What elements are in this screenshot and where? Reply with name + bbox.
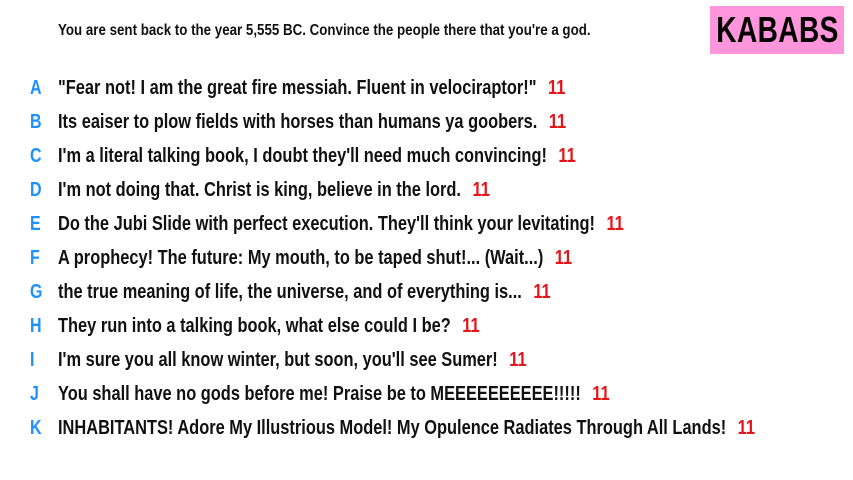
answer-score: 11 [592,382,610,405]
answer-letter: A [30,76,42,99]
answer-score: 11 [462,314,480,337]
answer-text: I'm a literal talking book, I doubt they… [58,144,547,167]
player-name-label: KABABS [715,9,839,50]
answer-score: 11 [533,280,551,303]
answer-score: 11 [554,246,573,269]
answer-letter: D [30,178,42,201]
answer-text: Do the Jubi Slide with perfect execution… [58,212,595,235]
answer-score: 11 [606,212,624,235]
answer-letter: F [30,246,40,269]
answer-score: 11 [472,178,490,201]
answer-letter: G [30,280,43,303]
answer-text: the true meaning of life, the universe, … [58,280,522,303]
answer-text: Its eaiser to plow fields with horses th… [58,110,538,133]
answer-letter: E [30,212,41,235]
answer-letter: K [30,416,42,439]
answer-score: 11 [548,110,567,133]
answer-letter: B [30,110,42,133]
answer-text: A prophecy! The future: My mouth, to be … [58,246,544,269]
answer-letter: H [30,314,42,337]
answer-text: INHABITANTS! Adore My Illustrious Model!… [58,416,727,439]
answer-score: 11 [737,416,756,439]
answer-score: 11 [558,144,576,167]
answer-letter: I [30,348,35,371]
answer-score: 11 [509,348,527,371]
answer-text: I'm not doing that. Christ is king, beli… [58,178,462,201]
answer-text: They run into a talking book, what else … [58,314,451,337]
prompt-text: You are sent back to the year 5,555 BC. … [58,22,591,39]
answer-text: "Fear not! I am the great fire messiah. … [58,76,537,99]
answer-text: You shall have no gods before me! Praise… [58,382,581,405]
answer-score: 11 [547,76,566,99]
answer-letter: C [30,144,42,167]
answer-letter: J [30,382,39,405]
player-name-badge: KABABS [710,6,844,54]
answer-text: I'm sure you all know winter, but soon, … [58,348,498,371]
